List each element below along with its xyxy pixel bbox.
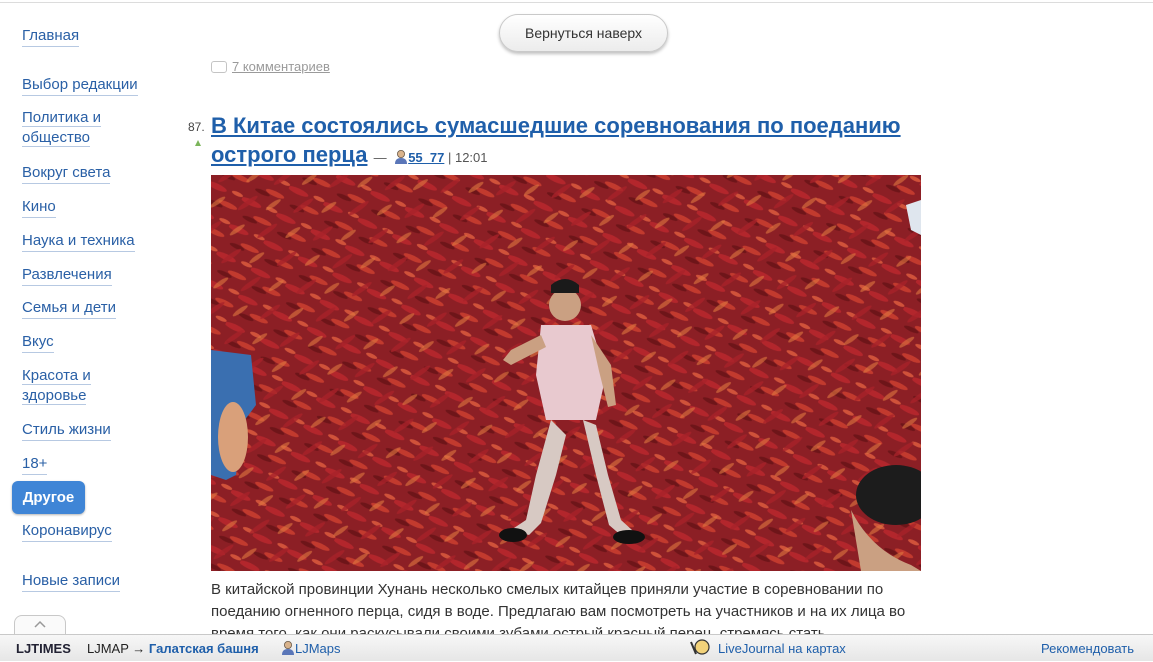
scroll-up-tab[interactable] — [14, 615, 66, 635]
sidebar-item-home[interactable]: Главная — [22, 26, 80, 47]
back-to-top-button[interactable]: Вернуться наверх — [499, 14, 668, 52]
post-meta: — 55_77 | 12:01 — [374, 150, 488, 165]
post-title-link[interactable]: В Китае состоялись сумасшедшие соревнова… — [211, 113, 901, 167]
sidebar-item-taste[interactable]: Вкус — [22, 332, 54, 353]
sidebar-item-label: здоровье — [22, 387, 87, 405]
comments-link-row: 7 комментариев — [211, 59, 330, 74]
ljmaps-label: LJMaps — [295, 641, 341, 656]
sidebar-item-coronavirus[interactable]: Коронавирус — [22, 521, 112, 542]
comments-link[interactable]: 7 комментариев — [232, 59, 330, 74]
sidebar-nav: Главная Выбор редакции Политика и обществ… — [0, 0, 200, 635]
rating-up-icon[interactable] — [195, 140, 201, 146]
place-link[interactable]: Галатская башня — [149, 641, 259, 656]
sidebar-item-travel[interactable]: Вокруг света — [22, 163, 111, 184]
ljmap-link-row: LJMAP → Галатская башня — [87, 635, 259, 662]
ljmap-label: LJMAP → — [87, 641, 146, 656]
footer-bar: LJTIMES LJMAP → Галатская башня LJMaps L… — [0, 634, 1153, 661]
user-icon — [395, 150, 408, 164]
sidebar-item-editors-choice[interactable]: Выбор редакции — [22, 75, 138, 96]
comment-bubble-icon — [211, 61, 227, 73]
sidebar-item-other[interactable]: Другое — [12, 481, 85, 514]
lj-on-maps-label: LiveJournal на картах — [718, 641, 846, 656]
sidebar-item-politics[interactable]: Политика и общество — [22, 108, 101, 148]
sidebar-item-18plus[interactable]: 18+ — [22, 454, 48, 475]
sidebar-item-label: общество — [22, 129, 90, 147]
recommend-link[interactable]: Рекомендовать — [1041, 635, 1134, 662]
map-pin-icon — [690, 639, 710, 655]
post-time: | 12:01 — [447, 150, 488, 165]
ljtimes-logo[interactable]: LJTIMES — [16, 635, 71, 662]
ljmaps-link[interactable]: LJMaps — [281, 635, 341, 662]
post-number: 87. — [188, 120, 205, 134]
chevron-up-icon — [34, 620, 46, 628]
author-link[interactable]: 55_77 — [408, 150, 444, 165]
user-icon — [282, 641, 294, 655]
sidebar-item-family[interactable]: Семья и дети — [22, 298, 116, 319]
sidebar-item-entertainment[interactable]: Развлечения — [22, 265, 112, 286]
post-photo[interactable] — [211, 175, 921, 571]
post-header: В Китае состоялись сумасшедшие соревнова… — [211, 111, 911, 172]
meta-dash: — — [373, 150, 387, 165]
sidebar-item-science[interactable]: Наука и техника — [22, 231, 135, 252]
lj-on-maps-link[interactable]: LiveJournal на картах — [688, 635, 846, 662]
chili-peppers-photo — [211, 175, 921, 571]
sidebar-item-lifestyle[interactable]: Стиль жизни — [22, 420, 111, 441]
sidebar-item-beauty[interactable]: Красота и здоровье — [22, 366, 91, 406]
sidebar-item-label: Красота и — [22, 367, 91, 385]
sidebar-item-label: Политика и — [22, 109, 101, 127]
sidebar-item-new-posts[interactable]: Новые записи — [22, 571, 121, 592]
sidebar-item-cinema[interactable]: Кино — [22, 197, 56, 218]
